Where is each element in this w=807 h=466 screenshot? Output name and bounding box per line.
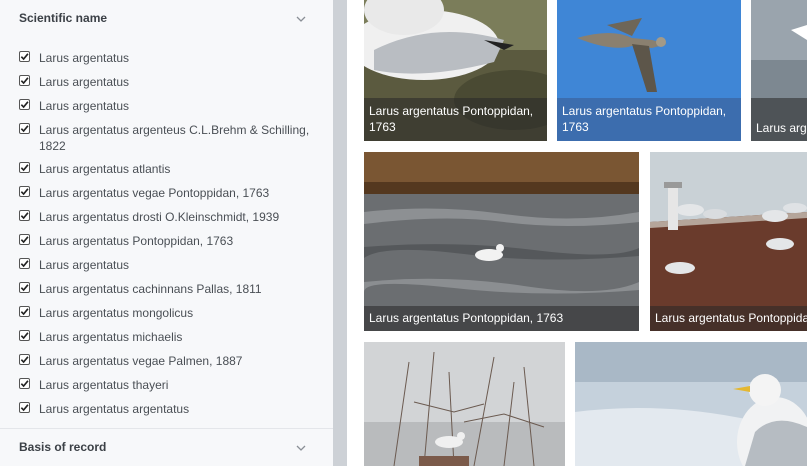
facet-header-scientific-name[interactable]: Scientific name xyxy=(0,0,333,36)
checkmark-icon xyxy=(20,188,29,196)
option-label: Larus argentatus xyxy=(39,99,130,113)
gallery-tile[interactable]: Larus argentatus Pontoppidan, 1763 xyxy=(650,152,807,331)
gallery-tile[interactable] xyxy=(364,342,565,466)
tile-caption: Larus argentatus Pontoppidan, 1763 xyxy=(751,98,807,141)
option-checkbox[interactable] xyxy=(19,186,30,197)
option-checkbox[interactable] xyxy=(19,306,30,317)
option-label: Larus argentatus drosti O.Kleinschmidt, … xyxy=(39,210,280,224)
checkmark-icon xyxy=(20,356,29,364)
photo-gull-pond xyxy=(364,152,639,331)
photo-gull-ice xyxy=(575,342,807,466)
option-label: Larus argentatus xyxy=(39,51,130,65)
checkmark-icon xyxy=(20,284,29,292)
option-checkbox[interactable] xyxy=(19,234,30,245)
checkmark-icon xyxy=(20,77,29,85)
option-checkbox[interactable] xyxy=(19,378,30,389)
gallery-tile[interactable]: Larus argentatus Pontoppidan, 1763 xyxy=(751,0,807,141)
option-label: Larus argentatus atlantis xyxy=(39,162,171,176)
option-label: Larus argentatus xyxy=(39,75,130,89)
option-checkbox[interactable] xyxy=(19,75,30,86)
option-checkbox[interactable] xyxy=(19,282,30,293)
option-label: Larus argentatus mongolicus xyxy=(39,306,194,320)
option-label: Larus argentatus michaelis xyxy=(39,330,183,344)
scroll-gutter[interactable] xyxy=(333,0,347,466)
checkmark-icon xyxy=(20,380,29,388)
option-checkbox[interactable] xyxy=(19,258,30,269)
option-checkbox[interactable] xyxy=(19,354,30,365)
option-label: Larus argentatus thayeri xyxy=(39,378,169,392)
photo-gull-marsh xyxy=(364,342,565,466)
option-label: Larus argentatus argenteus C.L.Brehm & S… xyxy=(39,123,310,153)
checkmark-icon xyxy=(20,101,29,109)
checkmark-icon xyxy=(20,308,29,316)
option-label: Larus argentatus argentatus xyxy=(39,402,190,416)
checkmark-icon xyxy=(20,236,29,244)
facet-title: Scientific name xyxy=(19,11,108,25)
checkmark-icon xyxy=(20,212,29,220)
option-checkbox[interactable] xyxy=(19,51,30,62)
tile-caption: Larus argentatus Pontoppidan, 1763 xyxy=(557,98,741,141)
filter-sidebar: Scientific name Larus argentatus Larus ar… xyxy=(0,0,333,466)
gallery-tile[interactable]: Larus argentatus Pontoppidan, 1763 xyxy=(364,0,547,141)
gallery-tile[interactable]: Larus argentatus Pontoppidan, 1763 xyxy=(557,0,741,141)
option-checkbox[interactable] xyxy=(19,162,30,173)
option-checkbox[interactable] xyxy=(19,330,30,341)
facet-header-basis-of-record[interactable]: Basis of record xyxy=(0,430,333,466)
option-checkbox[interactable] xyxy=(19,210,30,221)
gallery-tile[interactable]: Larus argentatus Pontoppidan, 1763 xyxy=(364,152,639,331)
option-label: Larus argentatus vegae Pontoppidan, 1763 xyxy=(39,186,270,200)
gallery-tile[interactable] xyxy=(575,342,807,466)
facet-title: Basis of record xyxy=(19,440,107,454)
option-checkbox[interactable] xyxy=(19,99,30,110)
option-label: Larus argentatus vegae Palmen, 1887 xyxy=(39,354,243,368)
option-label: Larus argentatus Pontoppidan, 1763 xyxy=(39,234,234,248)
checkmark-icon xyxy=(20,125,29,133)
chevron-down-icon[interactable] xyxy=(293,11,309,27)
option-label: Larus argentatus xyxy=(39,258,130,272)
checkmark-icon xyxy=(20,404,29,412)
tile-caption: Larus argentatus Pontoppidan, 1763 xyxy=(650,306,807,331)
photo-gulls-rooftop xyxy=(650,152,807,331)
tile-caption: Larus argentatus Pontoppidan, 1763 xyxy=(364,306,639,331)
facet-divider xyxy=(0,428,333,429)
option-checkbox[interactable] xyxy=(19,402,30,413)
checkmark-icon xyxy=(20,164,29,172)
checkmark-icon xyxy=(20,332,29,340)
option-label: Larus argentatus cachinnans Pallas, 1811 xyxy=(39,282,262,296)
checkmark-icon xyxy=(20,53,29,61)
option-checkbox[interactable] xyxy=(19,123,30,134)
image-gallery: Larus argentatus Pontoppidan, 1763 Larus… xyxy=(352,0,807,466)
checkmark-icon xyxy=(20,260,29,268)
tile-caption: Larus argentatus Pontoppidan, 1763 xyxy=(364,98,547,141)
chevron-down-icon[interactable] xyxy=(293,440,309,456)
